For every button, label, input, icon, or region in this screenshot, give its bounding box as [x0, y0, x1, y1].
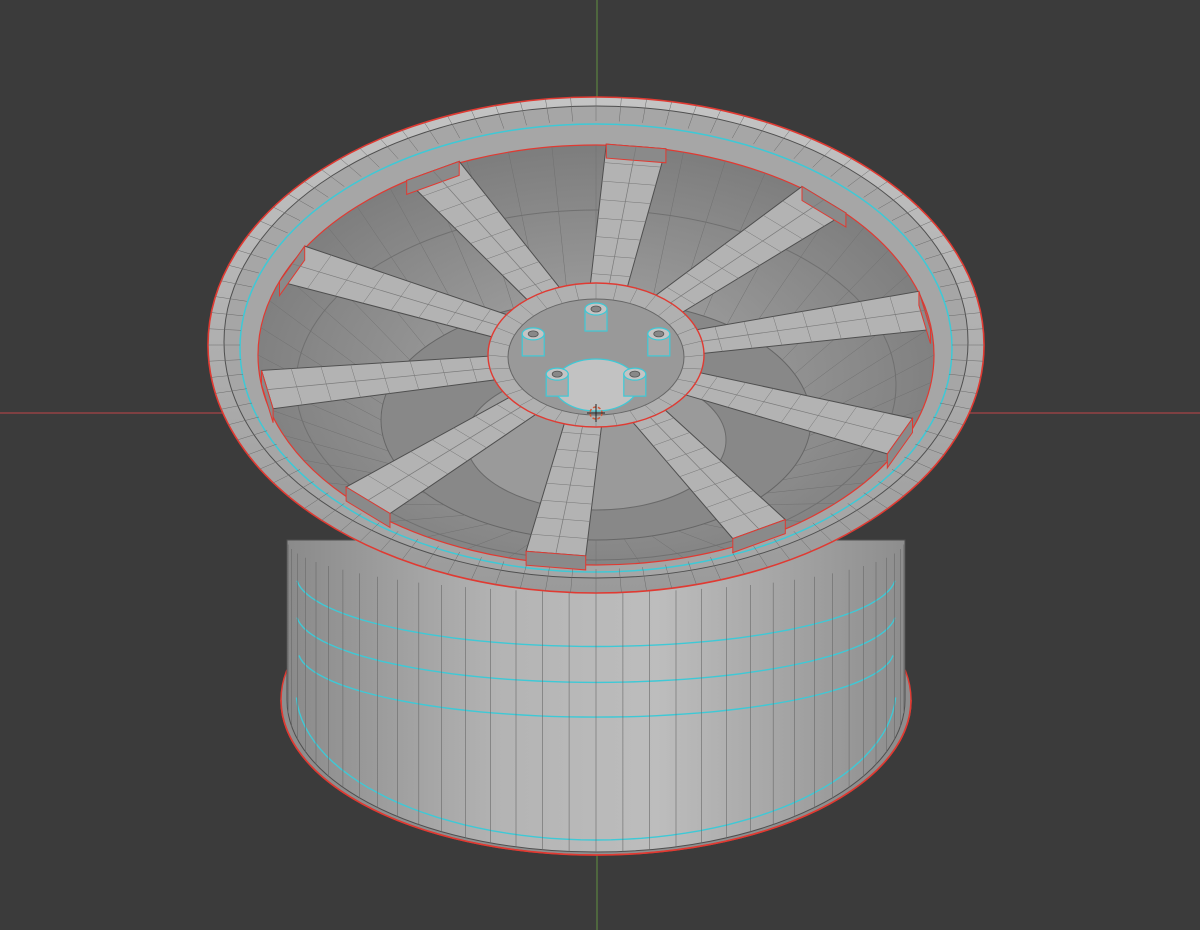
lug-nut-2[interactable] — [647, 327, 671, 357]
lug-nut-hole — [527, 330, 539, 338]
lug-nut-1[interactable] — [584, 302, 608, 332]
lug-nut-4[interactable] — [545, 367, 569, 397]
lug-nut-5[interactable] — [521, 327, 545, 357]
lug-nut-hole — [629, 370, 641, 378]
lug-nut-hole — [590, 305, 602, 313]
scene-canvas[interactable] — [0, 0, 1200, 930]
3d-viewport[interactable] — [0, 0, 1200, 930]
lug-nut-hole — [653, 330, 665, 338]
lug-nut-hole — [551, 370, 563, 378]
lug-nut-3[interactable] — [623, 367, 647, 397]
wheel-mesh[interactable] — [207, 96, 985, 856]
